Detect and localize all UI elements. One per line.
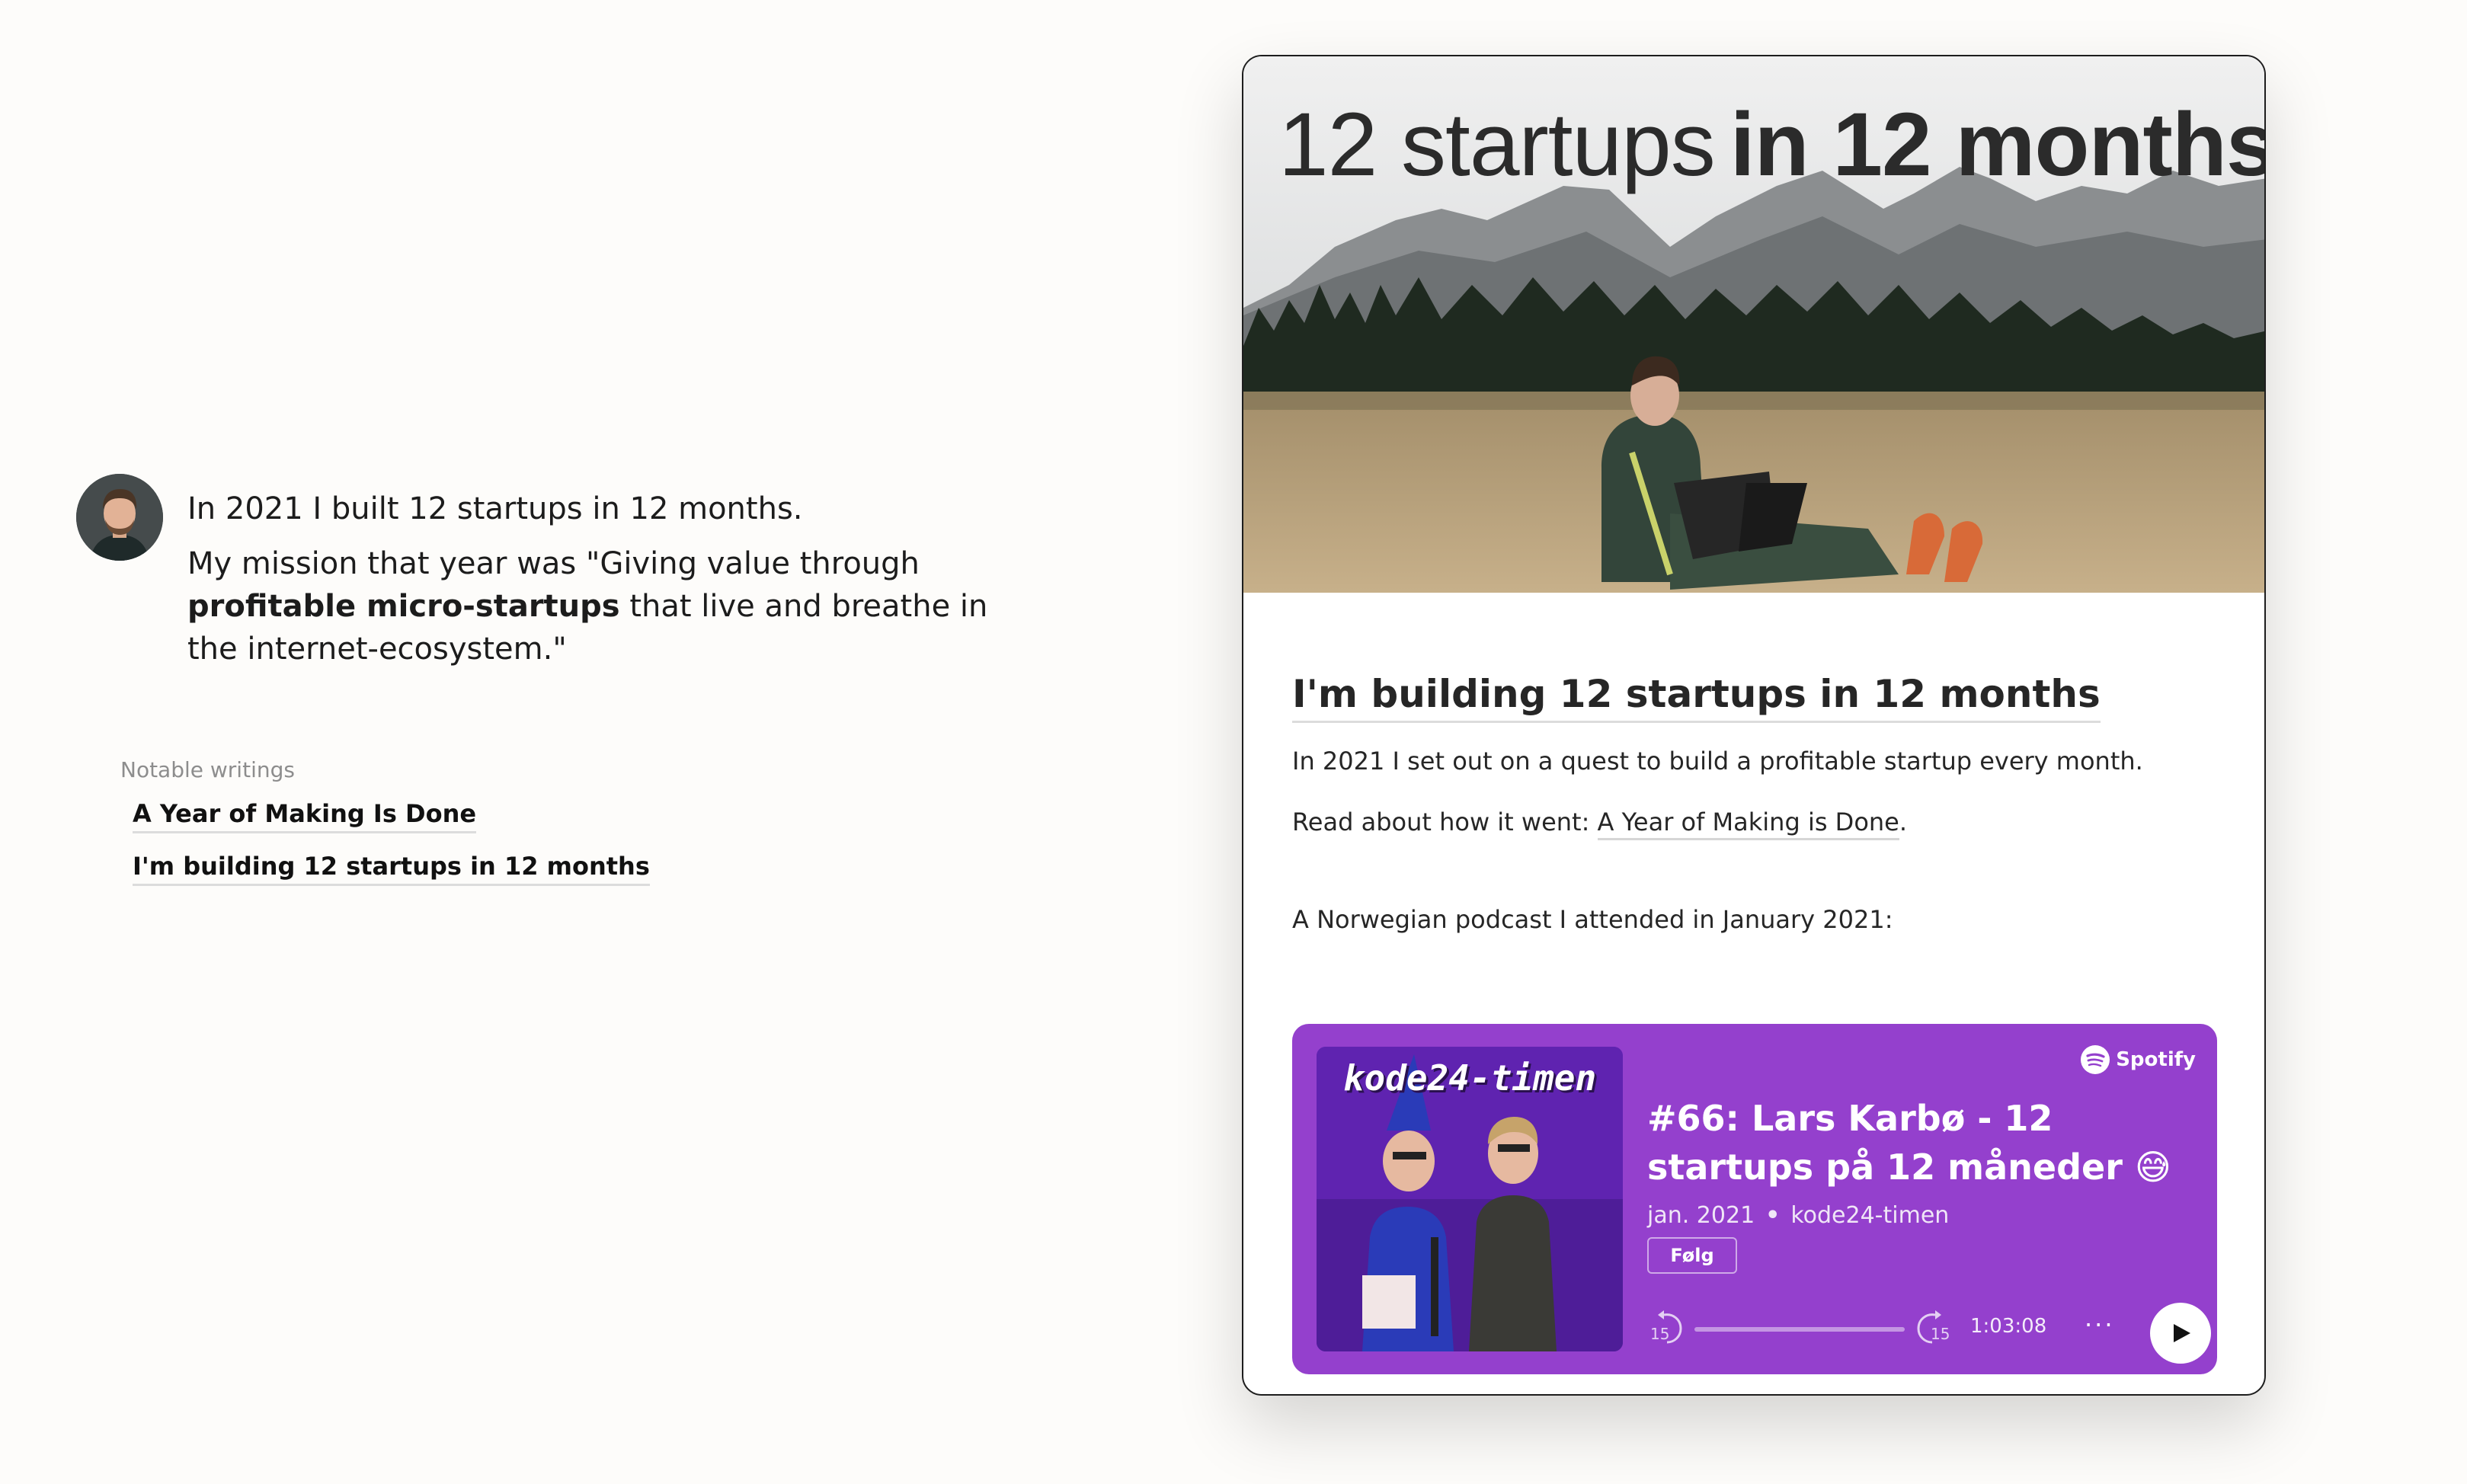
- play-button[interactable]: [2150, 1303, 2211, 1364]
- skip-forward-label: 15: [1931, 1325, 1950, 1343]
- p2-suffix: .: [1899, 808, 1908, 836]
- meta-separator-dot: •: [1765, 1202, 1781, 1229]
- cover-title: kode24-timen: [1342, 1057, 1597, 1099]
- skip-back-label: 15: [1650, 1325, 1669, 1343]
- play-icon: [2174, 1324, 2190, 1342]
- spotify-wordmark: Spotify: [2116, 1048, 2196, 1071]
- mission-bold: profitable micro-startups: [187, 589, 620, 624]
- more-options-button[interactable]: ···: [2085, 1310, 2115, 1339]
- p2-prefix: Read about how it went:: [1292, 808, 1598, 836]
- episode-meta: jan. 2021 • kode24-timen: [1647, 1202, 1949, 1229]
- follow-button[interactable]: Følg: [1647, 1237, 1737, 1274]
- hero-title-light: 12 startups: [1278, 94, 1716, 195]
- hero-image: 12 startups in 12 months: [1243, 56, 2266, 593]
- spotify-logo[interactable]: Spotify: [2081, 1045, 2196, 1074]
- card-heading[interactable]: I'm building 12 startups in 12 months: [1292, 672, 2101, 723]
- notable-link-year-of-making[interactable]: A Year of Making Is Done: [133, 799, 477, 833]
- podcast-cover[interactable]: kode24-timen: [1317, 1047, 1623, 1351]
- spotify-icon: [2081, 1045, 2110, 1074]
- playback-controls: 15 15 1:03:08 ···: [1647, 1303, 2211, 1367]
- skip-forward-icon: 15: [1917, 1310, 1950, 1344]
- progress-bar[interactable]: [1694, 1327, 1905, 1332]
- skip-back-15-button[interactable]: 15: [1647, 1306, 1687, 1345]
- intro-text: In 2021 I built 12 startups in 12 months…: [187, 488, 1026, 670]
- card-body: I'm building 12 startups in 12 months In…: [1292, 672, 2222, 936]
- article-card: 12 startups in 12 months I'm building 12 …: [1242, 55, 2266, 1396]
- card-paragraph-2: Read about how it went: A Year of Making…: [1292, 805, 2222, 840]
- notable-link-12-startups[interactable]: I'm building 12 startups in 12 months: [133, 852, 650, 886]
- notable-writings: Notable writings A Year of Making Is Don…: [120, 757, 650, 886]
- spotify-embed: kode24-timen Spotify #66: Lars Karbø - 1…: [1292, 1024, 2217, 1374]
- intro-line: In 2021 I built 12 startups in 12 months…: [187, 491, 803, 526]
- hero-title: 12 startups in 12 months: [1278, 91, 2266, 198]
- mission-prefix: My mission that year was "Giving value t…: [187, 546, 920, 581]
- show-name[interactable]: kode24-timen: [1790, 1202, 1949, 1229]
- year-of-making-link[interactable]: A Year of Making is Done: [1597, 808, 1899, 840]
- notable-label: Notable writings: [120, 757, 295, 782]
- hero-title-bold: in 12 months: [1729, 94, 2266, 195]
- episode-date: jan. 2021: [1647, 1202, 1755, 1229]
- skip-forward-15-button[interactable]: 15: [1912, 1306, 1952, 1345]
- page: In 2021 I built 12 startups in 12 months…: [0, 0, 2467, 1484]
- card-paragraph-3: A Norwegian podcast I attended in Januar…: [1292, 905, 1893, 934]
- card-paragraph-1: In 2021 I set out on a quest to build a …: [1292, 747, 2143, 776]
- mission-statement: My mission that year was "Giving value t…: [187, 542, 1026, 670]
- duration: 1:03:08: [1970, 1315, 2047, 1338]
- skip-back-icon: 15: [1650, 1310, 1682, 1344]
- avatar: [76, 474, 163, 561]
- episode-title[interactable]: #66: Lars Karbø - 12 startups på 12 måne…: [1647, 1094, 2196, 1191]
